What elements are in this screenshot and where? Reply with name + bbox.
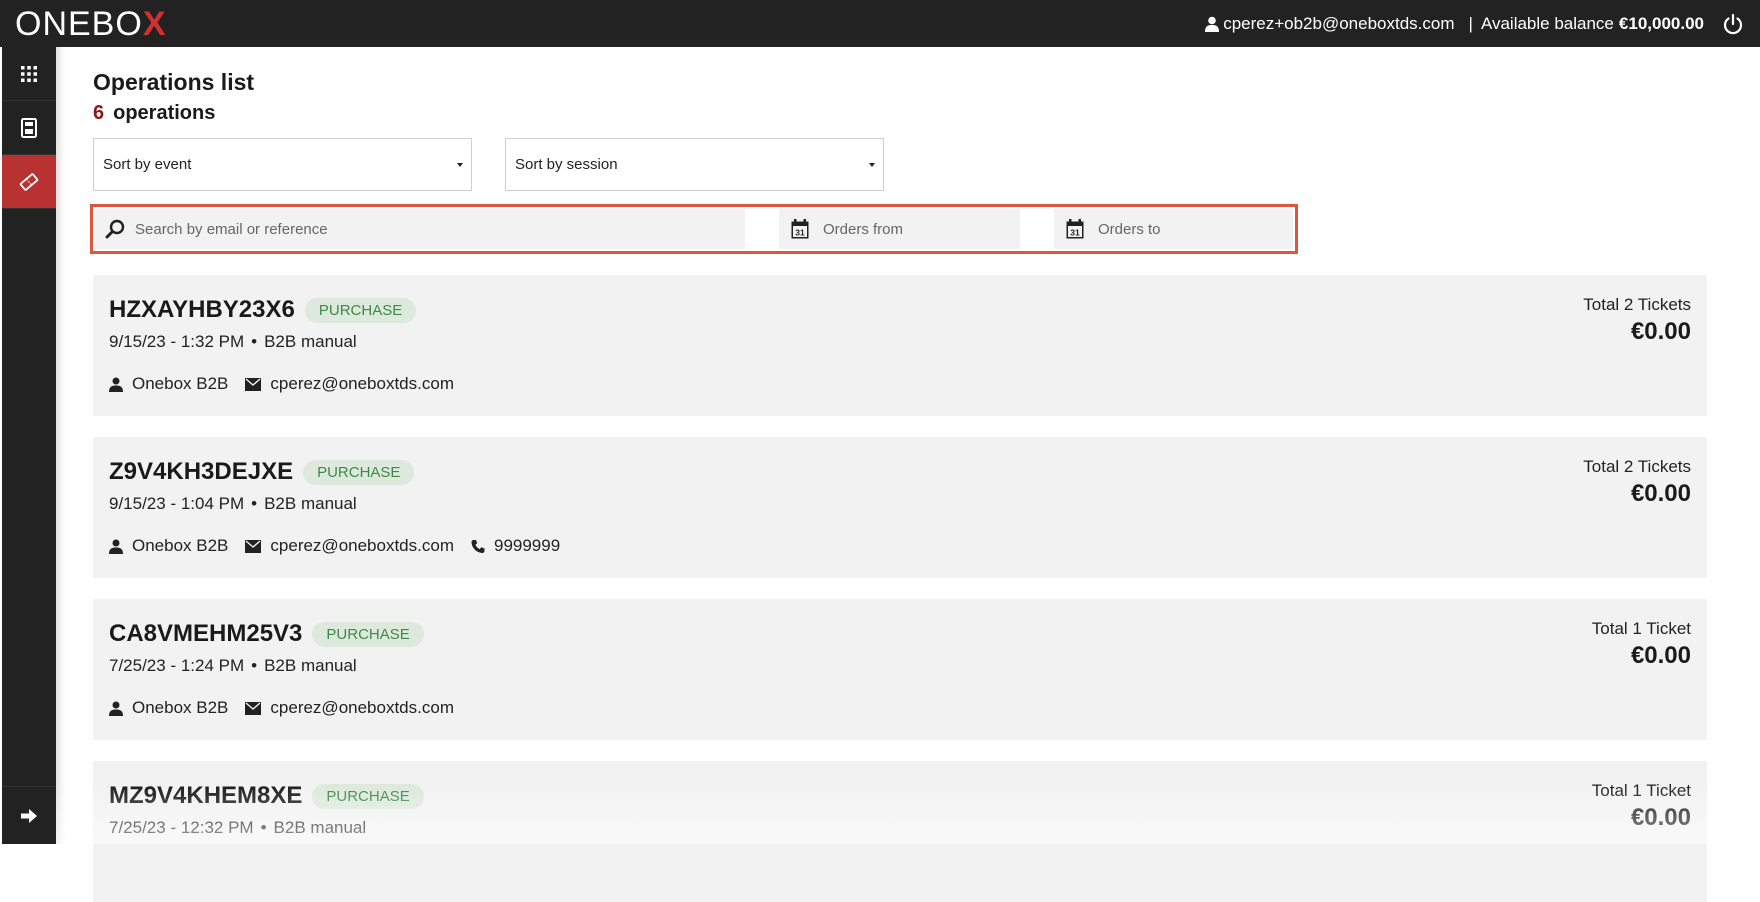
sidebar-item-apps[interactable] xyxy=(2,47,56,101)
operation-meta: 7/25/23 - 1:24 PM•B2B manual xyxy=(109,656,357,676)
operation-meta: 9/15/23 - 1:32 PM•B2B manual xyxy=(109,332,357,352)
operation-reference[interactable]: HZXAYHBY23X6 xyxy=(109,296,295,324)
operation-contacts: Onebox B2B cperez@oneboxtds.com xyxy=(109,374,471,394)
status-badge: PURCHASE xyxy=(305,298,416,323)
balance-value: €10,000.00 xyxy=(1619,14,1704,34)
envelope-icon xyxy=(245,540,261,553)
sidebar-item-orders[interactable] xyxy=(2,101,56,155)
main-content: Operations list 6 operations Sort by even… xyxy=(56,47,1760,844)
svg-text:31: 31 xyxy=(795,228,805,238)
amount: €0.00 xyxy=(1631,318,1691,346)
operation-card[interactable]: Z9V4KH3DEJXE PURCHASE 9/15/23 - 1:04 PM•B… xyxy=(93,437,1707,578)
amount: €0.00 xyxy=(1631,480,1691,508)
operation-reference[interactable]: CA8VMEHM25V3 xyxy=(109,620,302,648)
amount: €0.00 xyxy=(1631,804,1691,832)
separator: | xyxy=(1469,14,1473,34)
search-placeholder: Search by email or reference xyxy=(135,221,328,238)
count-number: 6 xyxy=(93,102,104,124)
count-label: operations xyxy=(113,102,215,124)
search-input[interactable]: Search by email or reference xyxy=(95,209,745,249)
client-email: cperez@oneboxtds.com xyxy=(270,374,454,394)
client-name: Onebox B2B xyxy=(132,374,228,394)
sort-by-session-label: Sort by session xyxy=(515,156,618,173)
client-email: cperez@oneboxtds.com xyxy=(270,698,454,718)
status-badge: PURCHASE xyxy=(312,622,423,647)
onebox-logo[interactable]: ONEBOX xyxy=(15,5,167,44)
user-icon xyxy=(109,701,123,716)
balance-label: Available balance xyxy=(1481,14,1614,34)
sidebar xyxy=(2,47,56,844)
page-title: Operations list xyxy=(93,69,254,96)
arrow-right-icon xyxy=(20,808,38,824)
caret-down-icon xyxy=(869,163,875,167)
envelope-icon xyxy=(245,378,261,391)
operation-card[interactable]: CA8VMEHM25V3 PURCHASE 7/25/23 - 1:24 PM•B… xyxy=(93,599,1707,740)
orders-from-input[interactable]: 31 Orders from xyxy=(779,209,1020,249)
grid-icon xyxy=(20,65,38,83)
user-email[interactable]: cperez+ob2b@oneboxtds.com xyxy=(1223,14,1454,34)
amount: €0.00 xyxy=(1631,642,1691,670)
client-name: Onebox B2B xyxy=(132,536,228,556)
status-badge: PURCHASE xyxy=(312,784,423,809)
calendar-icon: 31 xyxy=(791,219,809,239)
client-phone: 9999999 xyxy=(494,536,560,556)
operation-card[interactable]: HZXAYHBY23X6 PURCHASE 9/15/23 - 1:32 PM•B… xyxy=(93,275,1707,416)
sort-by-session-select[interactable]: Sort by session xyxy=(505,138,884,191)
orders-to-placeholder: Orders to xyxy=(1098,221,1161,238)
orders-from-placeholder: Orders from xyxy=(823,221,903,238)
ticket-total: Total 2 Tickets xyxy=(1583,457,1691,477)
operations-count: 6 operations xyxy=(93,102,215,125)
operation-reference[interactable]: Z9V4KH3DEJXE xyxy=(109,458,293,486)
operation-contacts: Onebox B2B cperez@oneboxtds.com xyxy=(109,698,471,718)
power-icon[interactable] xyxy=(1722,13,1744,35)
calendar-icon: 31 xyxy=(1066,219,1084,239)
status-badge: PURCHASE xyxy=(303,460,414,485)
phone-icon xyxy=(471,539,485,554)
orders-to-input[interactable]: 31 Orders to xyxy=(1054,209,1293,249)
top-bar: ONEBOX cperez+ob2b@oneboxtds.com | Avail… xyxy=(0,0,1760,47)
ticket-icon xyxy=(19,172,39,192)
caret-down-icon xyxy=(457,163,463,167)
user-icon xyxy=(109,539,123,554)
svg-text:31: 31 xyxy=(1070,228,1080,238)
envelope-icon xyxy=(245,702,261,715)
operation-meta: 9/15/23 - 1:04 PM•B2B manual xyxy=(109,494,357,514)
operation-reference[interactable]: MZ9V4KHEM8XE xyxy=(109,782,302,810)
user-icon xyxy=(109,377,123,392)
sort-by-event-select[interactable]: Sort by event xyxy=(93,138,472,191)
operation-card[interactable]: MZ9V4KHEM8XE PURCHASE 7/25/23 - 12:32 PM•… xyxy=(93,761,1707,902)
user-info: cperez+ob2b@oneboxtds.com | Available ba… xyxy=(1205,0,1744,47)
user-icon xyxy=(1205,16,1219,32)
operation-contacts: Onebox B2B cperez@oneboxtds.com 9999999 xyxy=(109,536,577,556)
ticket-total: Total 1 Ticket xyxy=(1592,781,1691,801)
ticket-total: Total 2 Tickets xyxy=(1583,295,1691,315)
sidebar-collapse-button[interactable] xyxy=(2,786,56,844)
sidebar-item-operations[interactable] xyxy=(2,155,56,209)
ticket-total: Total 1 Ticket xyxy=(1592,619,1691,639)
operation-meta: 7/25/23 - 12:32 PM•B2B manual xyxy=(109,818,366,838)
calculator-icon xyxy=(21,118,37,138)
client-name: Onebox B2B xyxy=(132,698,228,718)
sort-by-event-label: Sort by event xyxy=(103,156,191,173)
search-filter-bar: Search by email or reference 31 Orders f… xyxy=(90,204,1298,254)
client-email: cperez@oneboxtds.com xyxy=(270,536,454,556)
search-icon xyxy=(105,219,125,239)
